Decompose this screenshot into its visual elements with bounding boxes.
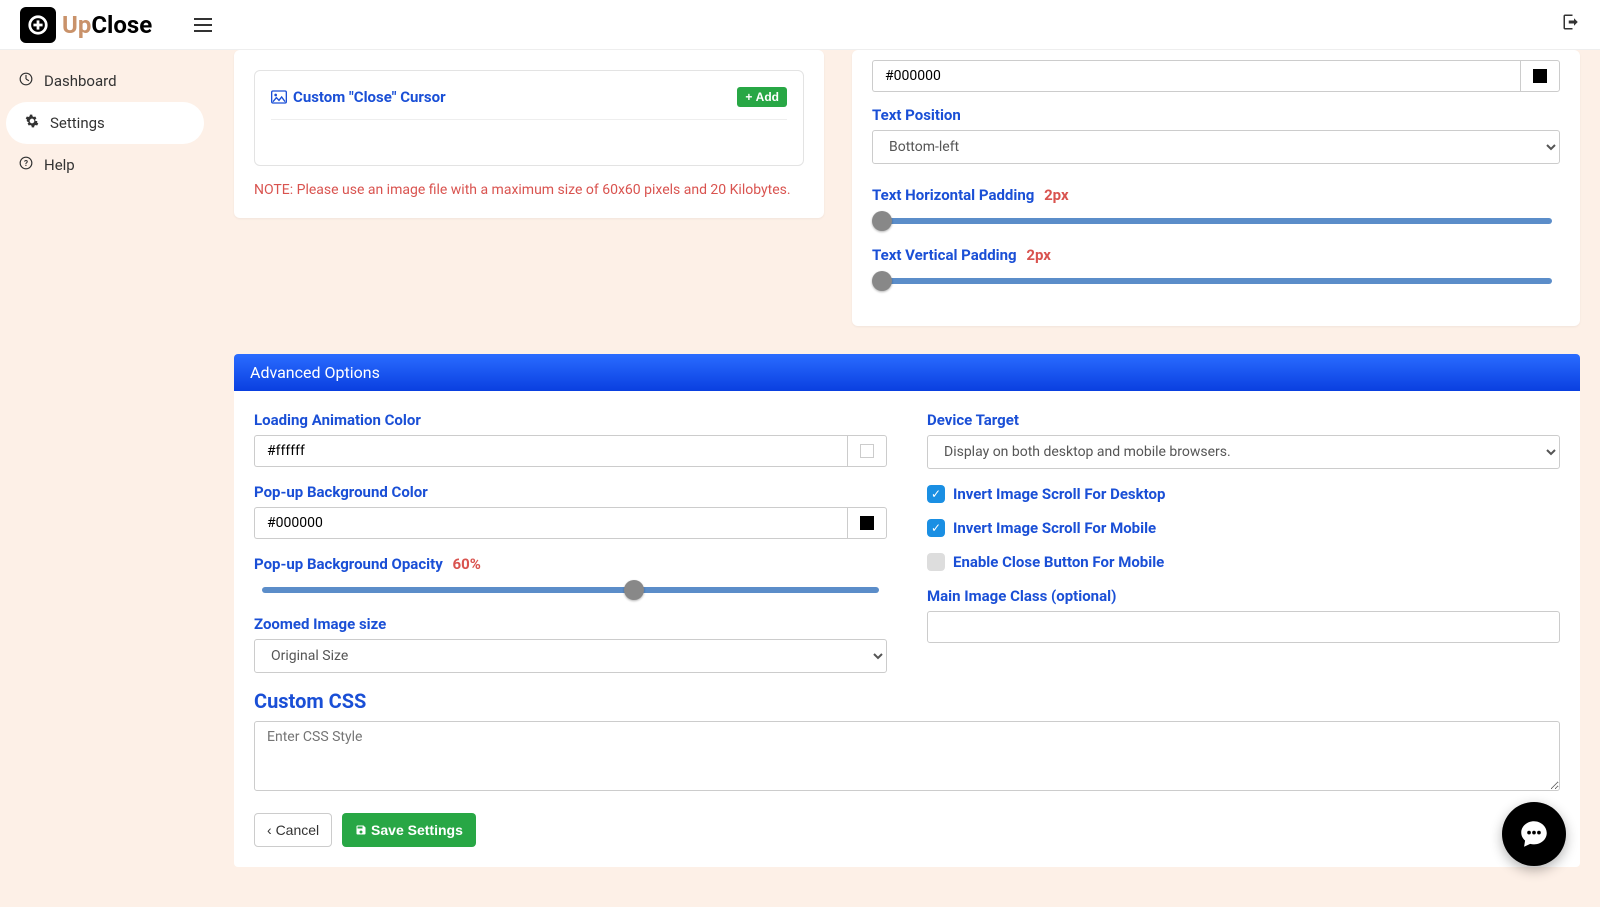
help-icon: ? (18, 156, 34, 174)
cursor-box: Custom "Close" Cursor + Add (254, 70, 804, 166)
text-panel: Text Position Bottom-left Text Horizonta… (852, 50, 1580, 326)
invert-desktop-label: Invert Image Scroll For Desktop (953, 485, 1165, 503)
loading-color-label: Loading Animation Color (254, 411, 887, 429)
text-color-input[interactable] (872, 60, 1520, 92)
checkbox-icon[interactable] (927, 553, 945, 571)
cursor-note: NOTE: Please use an image file with a ma… (254, 182, 804, 198)
popup-bg-input[interactable] (254, 507, 847, 539)
text-color-swatch[interactable] (1520, 60, 1560, 92)
sidebar-item-dashboard[interactable]: Dashboard (0, 60, 210, 102)
close-mobile-row[interactable]: Enable Close Button For Mobile (927, 553, 1560, 571)
custom-css-heading: Custom CSS (254, 689, 1560, 713)
popup-opacity-slider[interactable] (254, 579, 887, 599)
checkbox-icon[interactable]: ✓ (927, 519, 945, 537)
cursor-card: Custom "Close" Cursor + Add NOTE: Please… (234, 50, 824, 218)
sidebar-item-settings[interactable]: Settings (6, 102, 204, 144)
checkbox-icon[interactable]: ✓ (927, 485, 945, 503)
sidebar: Dashboard Settings ? Help (0, 50, 210, 196)
logo: UpClose (20, 7, 152, 43)
text-position-label: Text Position (872, 106, 1560, 124)
logo-icon (20, 7, 56, 43)
advanced-header: Advanced Options (234, 354, 1580, 391)
sidebar-item-help[interactable]: ? Help (0, 144, 210, 186)
sidebar-item-label: Dashboard (44, 72, 117, 90)
logout-icon[interactable] (1562, 13, 1580, 36)
slider-thumb[interactable] (872, 271, 892, 291)
sidebar-item-label: Help (44, 156, 75, 174)
custom-css-textarea[interactable] (254, 721, 1560, 791)
image-icon (271, 90, 287, 104)
loading-color-input[interactable] (254, 435, 847, 467)
text-hpad-slider[interactable] (872, 210, 1560, 230)
zoom-size-select[interactable]: Original Size (254, 639, 887, 673)
main-content: Custom "Close" Cursor + Add NOTE: Please… (234, 50, 1600, 907)
device-target-select[interactable]: Display on both desktop and mobile brows… (927, 435, 1560, 469)
image-class-label: Main Image Class (optional) (927, 587, 1560, 605)
close-mobile-label: Enable Close Button For Mobile (953, 553, 1164, 571)
cancel-button[interactable]: ‹ Cancel (254, 813, 332, 847)
text-hpad-label: Text Horizontal Padding 2px (872, 186, 1560, 204)
save-settings-button[interactable]: Save Settings (342, 813, 476, 847)
chevron-left-icon: ‹ (267, 822, 276, 838)
cursor-title: Custom "Close" Cursor (271, 87, 446, 107)
text-vpad-slider[interactable] (872, 270, 1560, 290)
popup-bg-label: Pop-up Background Color (254, 483, 887, 501)
dashboard-icon (18, 72, 34, 90)
chat-icon (1517, 817, 1551, 851)
invert-desktop-row[interactable]: ✓ Invert Image Scroll For Desktop (927, 485, 1560, 503)
gear-icon (24, 114, 40, 132)
invert-mobile-row[interactable]: ✓ Invert Image Scroll For Mobile (927, 519, 1560, 537)
zoom-size-label: Zoomed Image size (254, 615, 887, 633)
popup-bg-swatch[interactable] (847, 507, 887, 539)
device-target-label: Device Target (927, 411, 1560, 429)
slider-thumb[interactable] (872, 211, 892, 231)
sidebar-item-label: Settings (50, 114, 105, 132)
chat-fab[interactable] (1502, 802, 1566, 866)
image-class-input[interactable] (927, 611, 1560, 643)
header: UpClose (0, 0, 1600, 50)
invert-mobile-label: Invert Image Scroll For Mobile (953, 519, 1156, 537)
loading-color-swatch[interactable] (847, 435, 887, 467)
advanced-body: Loading Animation Color Pop-up Backgroun… (234, 391, 1580, 867)
hamburger-icon[interactable] (194, 13, 212, 37)
add-cursor-button[interactable]: + Add (737, 87, 787, 107)
text-position-select[interactable]: Bottom-left (872, 130, 1560, 164)
popup-opacity-label: Pop-up Background Opacity 60% (254, 555, 887, 573)
slider-thumb[interactable] (624, 580, 644, 600)
text-vpad-label: Text Vertical Padding 2px (872, 246, 1560, 264)
save-icon (355, 824, 367, 836)
logo-text: UpClose (62, 11, 152, 39)
svg-text:?: ? (24, 158, 28, 168)
